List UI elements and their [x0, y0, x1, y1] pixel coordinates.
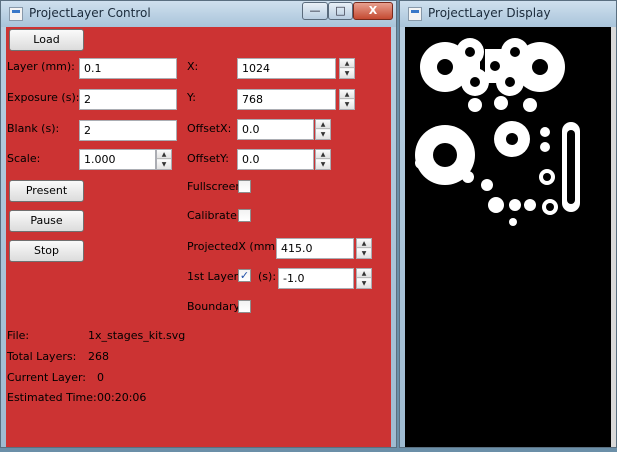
spin-down-icon[interactable]: ▼ — [316, 160, 330, 169]
scale-label: Scale: — [7, 152, 41, 165]
offsetx-label: OffsetX: — [187, 122, 232, 135]
firstlayer-unit-label: (s): — [258, 270, 277, 283]
stop-button[interactable]: Stop — [9, 240, 84, 262]
spin-up-icon[interactable]: ▲ — [316, 150, 330, 159]
blank-input[interactable]: 2 — [79, 120, 177, 141]
blank-label: Blank (s): — [7, 122, 60, 135]
file-value: 1x_stages_kit.svg — [88, 329, 186, 342]
boundary-label: Boundary: — [187, 300, 243, 313]
projectedx-spinner[interactable]: ▲ ▼ — [356, 238, 372, 259]
window-icon — [408, 7, 422, 21]
spin-down-icon[interactable]: ▼ — [340, 69, 354, 78]
canvas-edge — [611, 27, 616, 447]
offsety-input[interactable]: 0.0 — [237, 149, 314, 170]
current-layer-value: 0 — [97, 371, 104, 384]
x-spinner[interactable]: ▲ ▼ — [339, 58, 355, 79]
estimated-time-value: 00:20:06 — [97, 391, 147, 404]
pause-button[interactable]: Pause — [9, 210, 84, 232]
layer-label: Layer (mm): — [7, 60, 75, 73]
offsety-label: OffsetY: — [187, 152, 230, 165]
scale-spinner[interactable]: ▲ ▼ — [156, 149, 172, 170]
projectedx-label: ProjectedX (mm): — [187, 240, 284, 253]
maximize-button[interactable]: □ — [328, 2, 353, 20]
offsetx-spinner[interactable]: ▲ ▼ — [315, 119, 331, 140]
calibrate-checkbox[interactable] — [238, 209, 251, 222]
fullscreen-checkbox[interactable] — [238, 180, 251, 193]
display-window: ProjectLayer Display — [399, 0, 617, 448]
control-titlebar[interactable]: ProjectLayer Control — □ X — [1, 1, 396, 27]
offsety-spinner[interactable]: ▲ ▼ — [315, 149, 331, 170]
spin-up-icon[interactable]: ▲ — [340, 59, 354, 68]
x-label: X: — [187, 60, 199, 73]
spin-down-icon[interactable]: ▼ — [357, 279, 371, 288]
y-label: Y: — [187, 91, 196, 104]
window-icon — [9, 7, 23, 21]
present-button[interactable]: Present — [9, 180, 84, 202]
spin-up-icon[interactable]: ▲ — [316, 120, 330, 129]
spin-down-icon[interactable]: ▼ — [316, 130, 330, 139]
spin-up-icon[interactable]: ▲ — [340, 90, 354, 99]
estimated-time-label: Estimated Time: — [7, 391, 97, 404]
spin-down-icon[interactable]: ▼ — [357, 249, 371, 258]
layer-preview — [415, 38, 580, 226]
boundary-checkbox[interactable] — [238, 300, 251, 313]
layer-input[interactable]: 0.1 — [79, 58, 177, 79]
y-spinner[interactable]: ▲ ▼ — [339, 89, 355, 110]
load-button[interactable]: Load — [9, 29, 84, 51]
spin-up-icon[interactable]: ▲ — [357, 269, 371, 278]
bracket-shape-left — [420, 38, 489, 96]
y-input[interactable]: 768 — [237, 89, 336, 110]
display-titlebar[interactable]: ProjectLayer Display — [400, 1, 616, 27]
spin-down-icon[interactable]: ▼ — [157, 160, 171, 169]
spin-up-icon[interactable]: ▲ — [157, 150, 171, 159]
control-panel: Load Layer (mm): 0.1 Exposure (s): 2 Bla… — [6, 27, 391, 447]
projectedx-input[interactable]: 415.0 — [276, 238, 354, 259]
spin-up-icon[interactable]: ▲ — [357, 239, 371, 248]
exposure-label: Exposure (s): — [7, 91, 80, 104]
file-label: File: — [7, 329, 30, 342]
x-input[interactable]: 1024 — [237, 58, 336, 79]
control-window: ProjectLayer Control — □ X Load Layer (m… — [0, 0, 397, 448]
display-window-title: ProjectLayer Display — [428, 6, 551, 20]
total-layers-value: 268 — [88, 350, 109, 363]
current-layer-label: Current Layer: — [7, 371, 86, 384]
firstlayer-input[interactable]: -1.0 — [278, 268, 354, 289]
total-layers-label: Total Layers: — [7, 350, 77, 363]
firstlayer-label: 1st Layer: — [187, 270, 242, 283]
firstlayer-spinner[interactable]: ▲ ▼ — [356, 268, 372, 289]
close-button[interactable]: X — [353, 2, 393, 20]
spin-down-icon[interactable]: ▼ — [340, 100, 354, 109]
projection-canvas — [405, 27, 616, 447]
minimize-button[interactable]: — — [302, 2, 328, 20]
calibrate-label: Calibrate: — [187, 209, 241, 222]
window-title: ProjectLayer Control — [29, 6, 151, 20]
bracket-shape-right — [496, 38, 565, 96]
exposure-input[interactable]: 2 — [79, 89, 177, 110]
offsetx-input[interactable]: 0.0 — [237, 119, 314, 140]
scale-input[interactable]: 1.000 — [79, 149, 156, 170]
firstlayer-checkbox[interactable]: ✓ — [238, 269, 251, 282]
